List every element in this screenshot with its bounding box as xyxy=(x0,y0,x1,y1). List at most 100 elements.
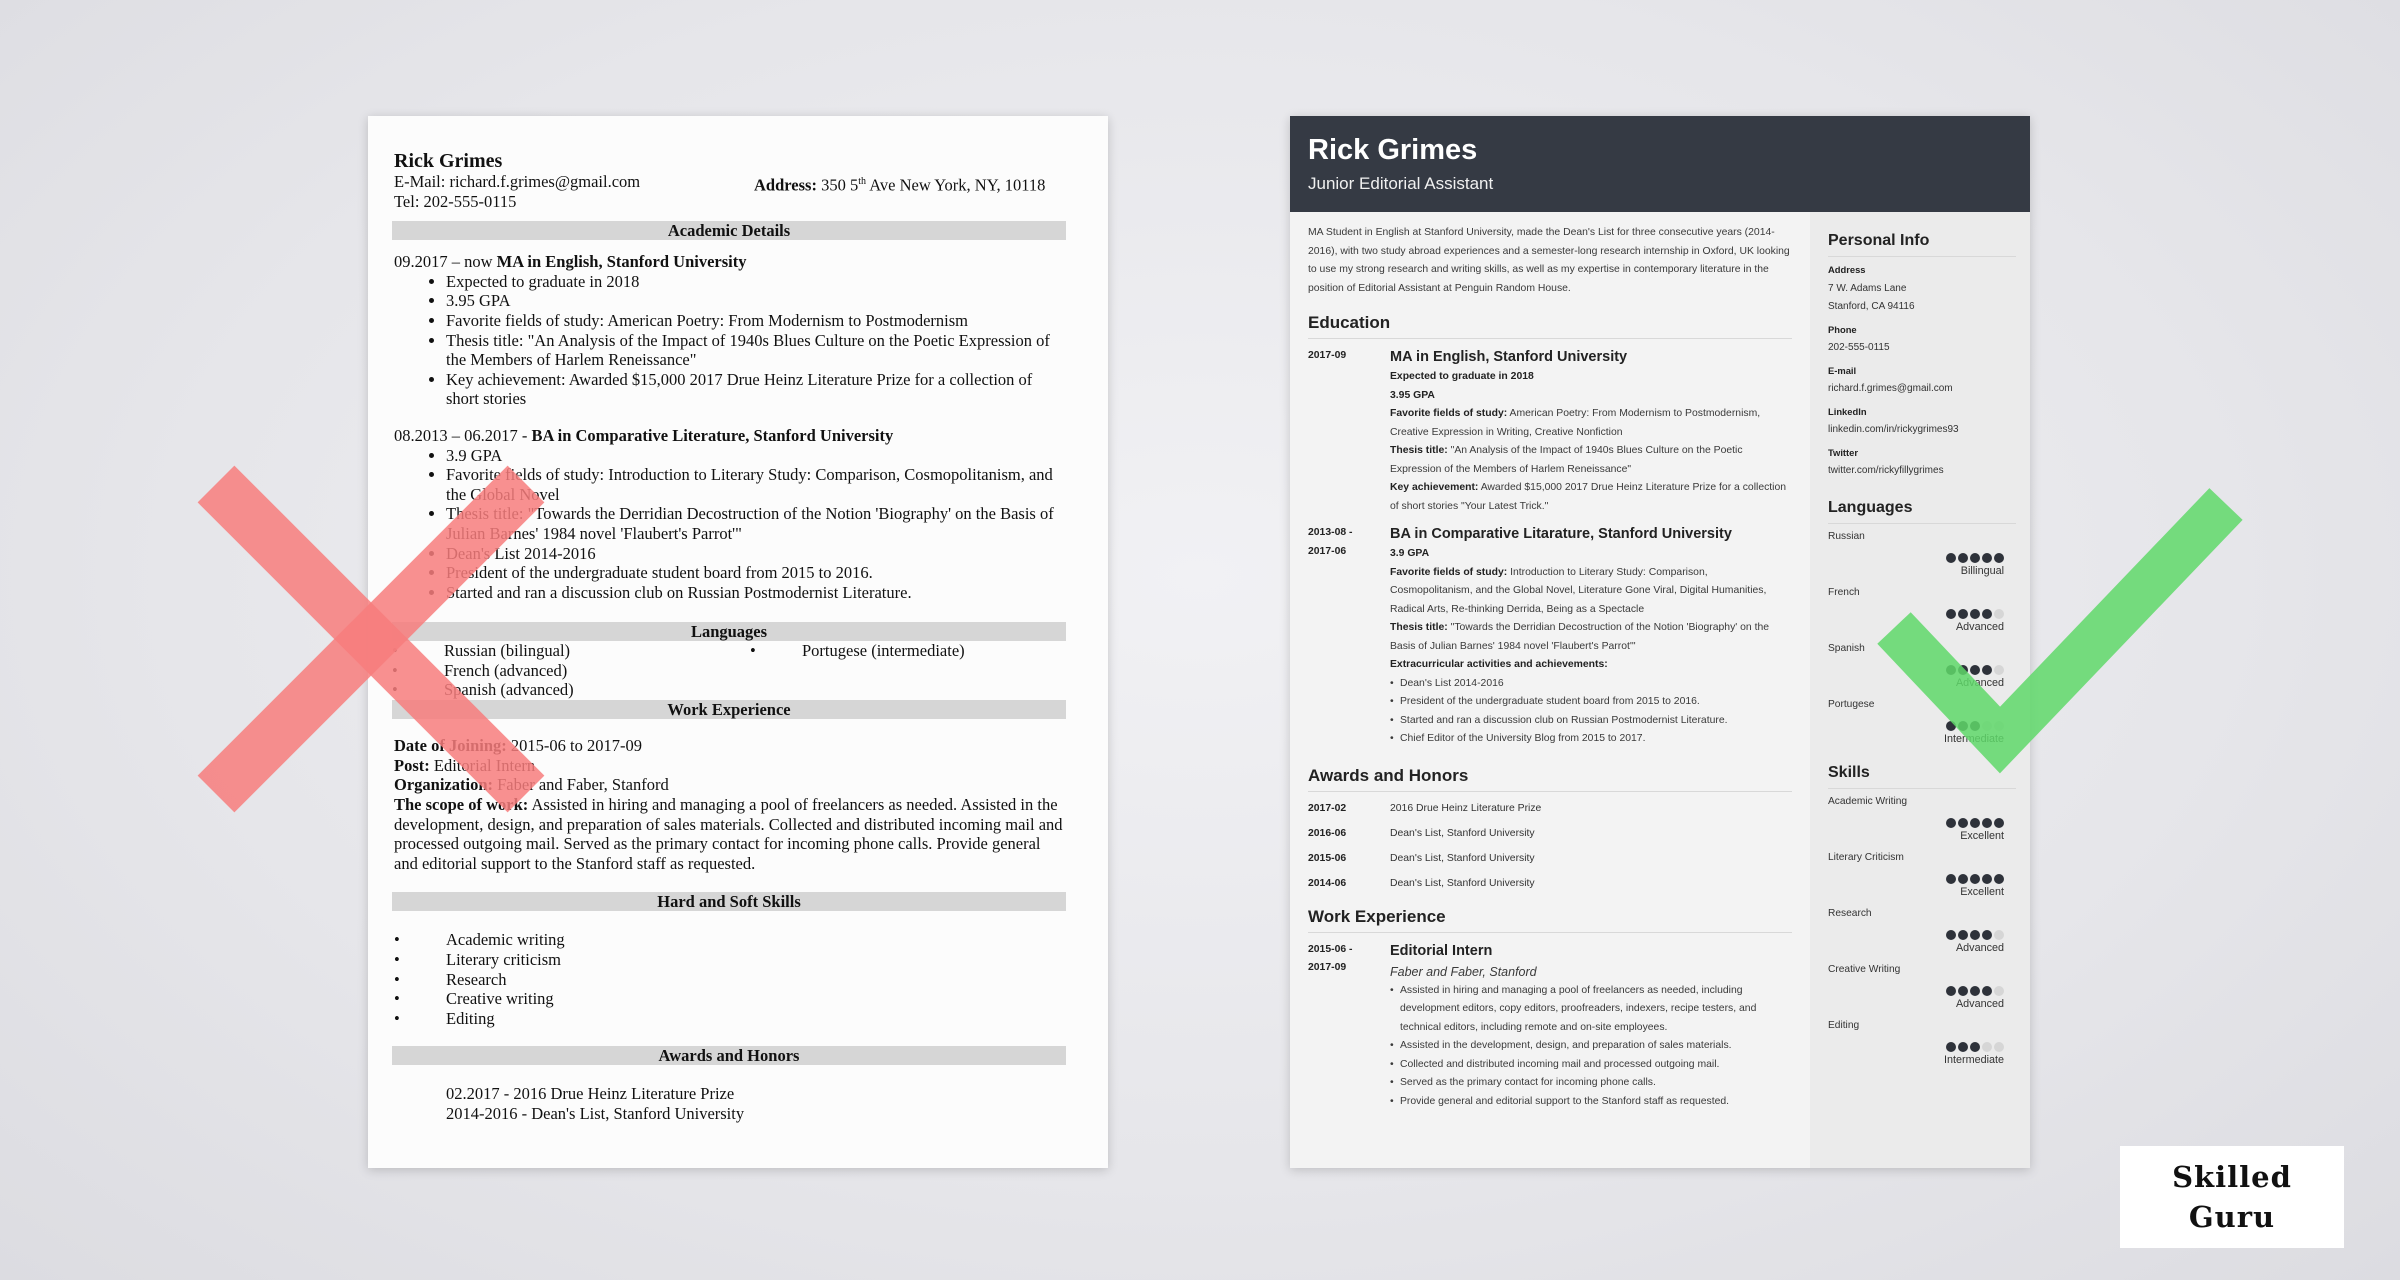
education-body: BA in Comparative Litarature, Stanford U… xyxy=(1390,524,1792,749)
education-detail-label: Extracurricular activities and achieveme… xyxy=(1390,659,1608,670)
resume-header: Rick Grimes Junior Editorial Assistant xyxy=(1290,116,2030,212)
rating-dot-filled xyxy=(1946,817,1956,828)
section-header-skills: Hard and Soft Skills xyxy=(392,892,1066,912)
award-row: 2015-06 Dean's List, Stanford University xyxy=(1308,846,1792,871)
skill-rating: Research Advanced xyxy=(1828,905,2016,957)
education-degree: BA in Comparative Literature, Stanford U… xyxy=(531,425,894,445)
address-label: Address: xyxy=(754,175,817,195)
skill-rating-name: Academic Writing xyxy=(1828,795,1908,807)
skill-rating-name: Literary Criticism xyxy=(1828,851,1904,863)
skill-rating-name: Research xyxy=(1828,907,1872,919)
work-scope-label: The scope of work: xyxy=(394,795,529,815)
summary: MA Student in English at Stanford Univer… xyxy=(1308,227,1790,294)
skill-rating: Editing Intermediate xyxy=(1828,1017,2016,1069)
education-bullet: Thesis title: "Towards the Derridian Dec… xyxy=(446,504,1066,543)
work-role: Editorial Intern xyxy=(1390,942,1493,959)
work-company: Faber and Faber, Stanford xyxy=(1390,964,1537,979)
rating-dots xyxy=(1828,550,2016,563)
language-item: Russian (bilingual) xyxy=(392,641,574,661)
rating-dots xyxy=(1828,983,2016,996)
education-degree: MA in English, Stanford University xyxy=(1390,349,1628,365)
rating-dot-filled xyxy=(1946,608,1956,619)
education-entry-heading: 09.2017 – now MA in English, Stanford Un… xyxy=(394,252,1066,272)
award-text: Dean's List, Stanford University xyxy=(1390,827,1535,839)
language-rating-level: Intermediate xyxy=(1943,732,2004,745)
language-rating: Portugese Intermediate xyxy=(1828,696,2016,748)
skill-item: Research xyxy=(394,970,1066,990)
work-date: 2015-06 - 2017-09 xyxy=(1308,943,1353,974)
education-dates: 08.2013 – 06.2017 - xyxy=(394,425,532,445)
education-detail: 3.95 GPA xyxy=(1390,387,1792,406)
award-text: 2016 Drue Heinz Literature Prize xyxy=(1390,802,1542,814)
section-header-languages: Languages xyxy=(392,622,1066,642)
tel-label: Tel: xyxy=(394,191,420,211)
language-rating-name: Spanish xyxy=(1828,642,1865,654)
language-rating-level: Billingual xyxy=(1960,564,2004,577)
heading-personal-info: Personal Info xyxy=(1828,230,2016,257)
education-bullet: Thesis title: "An Analysis of the Impact… xyxy=(446,331,1066,370)
education-detail-label: Favorite fields of study: xyxy=(1390,566,1508,578)
email-value: richard.f.grimes@gmail.com xyxy=(449,172,641,191)
education-bullet: President of the undergraduate student b… xyxy=(446,563,1066,583)
address-value-rest: Ave New York, NY, 10118 xyxy=(866,175,1046,195)
education-bullet: Key achievement: Awarded $15,000 2017 Dr… xyxy=(446,370,1066,409)
work-bullets: Assisted in hiring and managing a pool o… xyxy=(1390,982,1792,1112)
rating-dot-filled xyxy=(1946,552,1956,563)
education-bullet: Favorite fields of study: American Poetr… xyxy=(446,311,1066,331)
education-detail: Key achievement: Awarded $15,000 2017 Dr… xyxy=(1390,479,1792,516)
education-bullets: 3.9 GPAFavorite fields of study: Introdu… xyxy=(394,446,1066,603)
work-bullet: Collected and distributed incoming mail … xyxy=(1390,1056,1792,1075)
resume-name: Rick Grimes xyxy=(1308,134,1478,166)
education-body: MA in English, Stanford University Expect… xyxy=(1390,347,1792,516)
award-date: 2014-06 xyxy=(1308,877,1347,889)
skill-item: Literary criticism xyxy=(394,950,1066,970)
education-detail: Thesis title: "Towards the Derridian Dec… xyxy=(1390,619,1792,656)
skill-rating-level: Advanced xyxy=(1955,941,2004,954)
education-detail-label: Favorite fields of study: xyxy=(1390,408,1508,419)
personal-info-label: Phone xyxy=(1828,323,1857,335)
education-date: 2017-09 xyxy=(1308,350,1347,361)
address-sup: th xyxy=(858,176,866,187)
personal-info-item: E-mail richard.f.grimes@gmail.com xyxy=(1828,362,2016,399)
work-org-label: Organization: xyxy=(394,775,493,795)
language-rating: Russian Billingual xyxy=(1828,528,2016,580)
award-row: 2017-02 2016 Drue Heinz Literature Prize xyxy=(1308,796,1792,821)
education-entry: 2013-08 - 2017-06 BA in Comparative Litar… xyxy=(1308,524,1792,749)
work-body: Editorial Intern Faber and Faber, Stanfo… xyxy=(1390,941,1792,1112)
award-text: Dean's List, Stanford University xyxy=(1390,852,1535,864)
skill-rating-name: Editing xyxy=(1828,1019,1860,1031)
section-header-work: Work Experience xyxy=(392,700,1066,720)
personal-info-label: Address xyxy=(1828,264,1866,275)
education-bullet: Dean's List 2014-2016 xyxy=(446,544,1066,564)
education-bullets: Expected to graduate in 20183.95 GPAFavo… xyxy=(394,272,1066,409)
work-post-label: Post: xyxy=(394,755,430,775)
language-rating-level: Advanced xyxy=(1955,620,2004,633)
language-rating-level: Advanced xyxy=(1955,676,2004,689)
education-detail: Extracurricular activities and achieveme… xyxy=(1390,656,1792,675)
language-item: Portugese (intermediate) xyxy=(750,641,965,661)
rating-dot-filled xyxy=(1946,873,1956,884)
work-block: Date of Joining: 2015-06 to 2017-09 Post… xyxy=(394,736,1066,873)
award-date: 2015-06 xyxy=(1308,852,1347,864)
education-bullet: Favorite fields of study: Introduction t… xyxy=(446,465,1066,504)
education-degree: MA in English, Stanford University xyxy=(496,252,747,272)
section-header-academic: Academic Details xyxy=(392,221,1066,241)
education-list: 09.2017 – now MA in English, Stanford Un… xyxy=(394,252,1066,602)
languages-column-2: Portugese (intermediate) xyxy=(750,641,965,661)
award-row: 2016-06 Dean's List, Stanford University xyxy=(1308,821,1792,846)
main-column: MA Student in English at Stanford Univer… xyxy=(1290,212,1810,1168)
skill-rating-level: Intermediate xyxy=(1943,1053,2004,1066)
education-detail: Favorite fields of study: Introduction t… xyxy=(1390,564,1792,620)
work-post: Editorial Intern xyxy=(429,755,536,775)
address-value: 350 5 xyxy=(821,175,859,195)
education-detail: Favorite fields of study: American Poetr… xyxy=(1390,405,1792,442)
language-rating: Spanish Advanced xyxy=(1828,640,2016,692)
rating-dots xyxy=(1828,1039,2016,1052)
rating-dots xyxy=(1828,662,2016,675)
work-date-label: Date of Joining: xyxy=(394,736,507,756)
awards-list: 2017-02 2016 Drue Heinz Literature Prize 2… xyxy=(1308,796,1792,896)
personal-info-value: 202-555-0115 xyxy=(1828,342,1890,353)
skills-list: Academic Writing Excellent Literary Critic… xyxy=(1828,793,2016,1069)
education-bullet: Chief Editor of the University Blog from… xyxy=(1390,730,1792,749)
work-scope-line: The scope of work: Assisted in hiring an… xyxy=(394,795,1066,873)
